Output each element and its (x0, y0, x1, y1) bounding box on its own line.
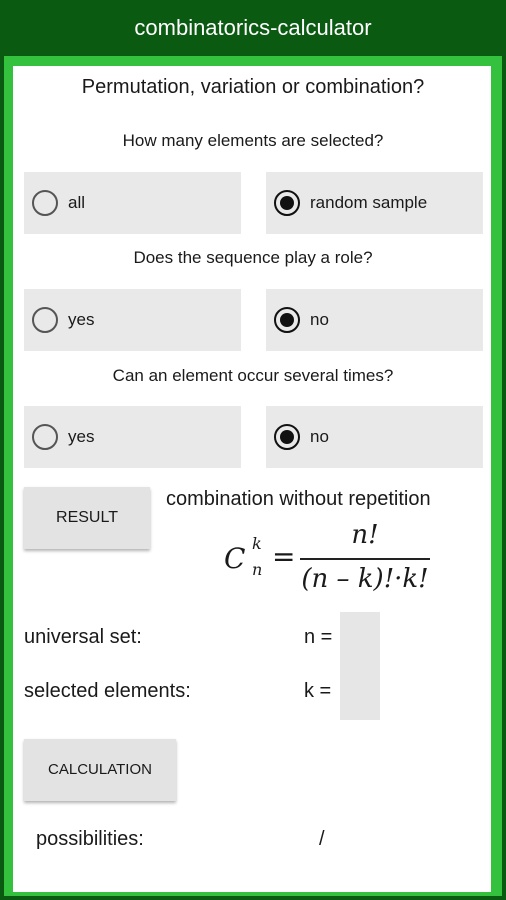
radio-label: random sample (310, 193, 428, 212)
radio-label: yes (68, 427, 95, 446)
radio-option-sequence-no[interactable]: no (266, 289, 483, 351)
radio-option-sequence-yes[interactable]: yes (24, 289, 241, 351)
radio-label: yes (68, 310, 95, 329)
possibilities-value: / (319, 828, 325, 850)
result-type-text: combination without repetition (166, 488, 431, 510)
question-repetition: Can an element occur several times? (112, 366, 394, 385)
radio-unchecked-icon (32, 190, 58, 216)
formula-symbol: C (224, 542, 246, 575)
radio-option-repetition-no[interactable]: no (266, 406, 483, 468)
radio-label: all (68, 193, 86, 212)
page-heading: Permutation, variation or combination? (81, 76, 425, 98)
k-label: k = (304, 680, 332, 702)
radio-checked-icon (274, 424, 300, 450)
formula-numerator: n! (351, 520, 379, 550)
radio-label: no (310, 427, 329, 446)
question-sequence-role: Does the sequence play a role? (133, 248, 373, 267)
question-selected-count: How many elements are selected? (122, 131, 384, 150)
app-title: combinatorics-calculator (134, 15, 372, 40)
combination-formula: C k n = n! (n – k)!·k! (224, 520, 434, 604)
formula-superscript: k (252, 534, 262, 553)
result-button[interactable]: RESULT (24, 487, 150, 549)
selected-elements-label: selected elements: (24, 680, 191, 702)
radio-checked-icon (274, 307, 300, 333)
formula-fraction-bar (300, 558, 430, 560)
formula-subscript: n (252, 560, 263, 579)
app-title-bar: combinatorics-calculator (0, 0, 506, 56)
n-input[interactable] (340, 612, 380, 666)
universal-set-label: universal set: (24, 626, 142, 648)
radio-option-repetition-yes[interactable]: yes (24, 406, 241, 468)
formula-denominator: (n – k)!·k! (301, 564, 429, 594)
radio-checked-icon (274, 190, 300, 216)
radio-unchecked-icon (32, 424, 58, 450)
k-input[interactable] (340, 666, 380, 720)
formula-equals: = (272, 540, 296, 573)
n-label: n = (304, 626, 333, 648)
radio-unchecked-icon (32, 307, 58, 333)
radio-option-all[interactable]: all (24, 172, 241, 234)
possibilities-label: possibilities: (36, 828, 144, 850)
radio-option-random-sample[interactable]: random sample (266, 172, 483, 234)
calculation-button[interactable]: CALCULATION (24, 739, 176, 801)
radio-label: no (310, 310, 329, 329)
